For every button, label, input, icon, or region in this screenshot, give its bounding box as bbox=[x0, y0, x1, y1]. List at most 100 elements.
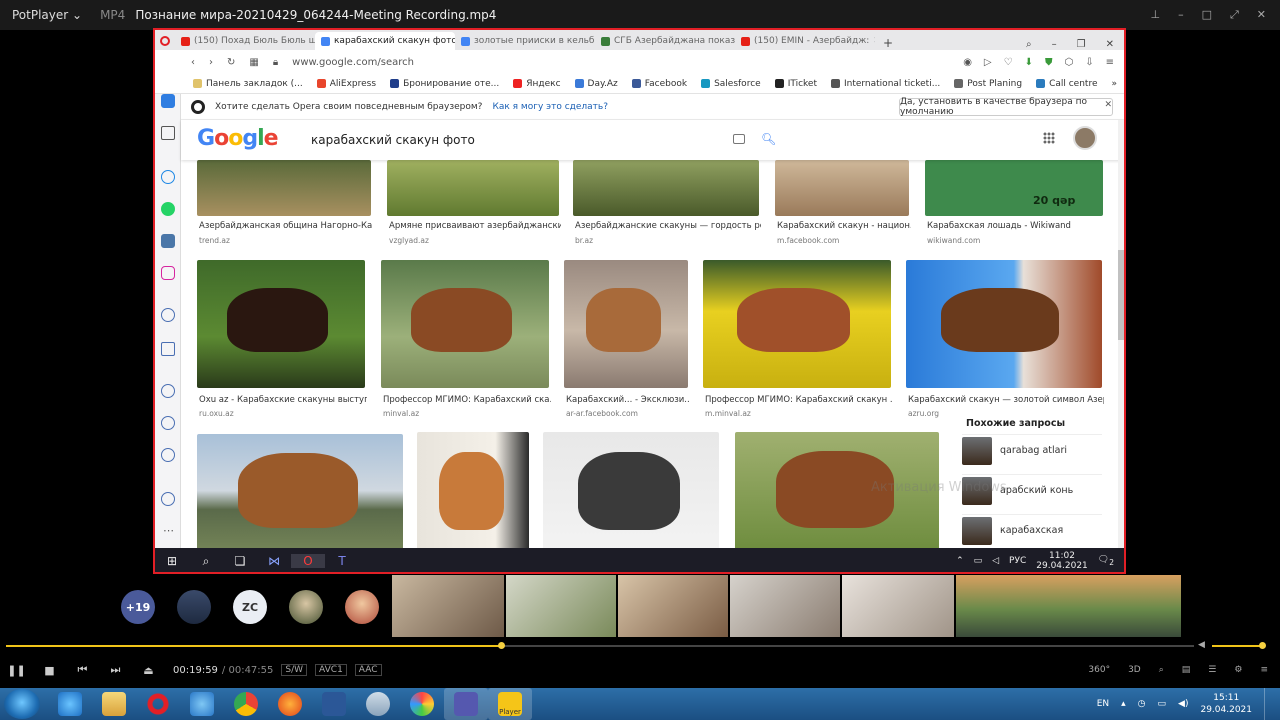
minimize-icon[interactable]: – bbox=[1178, 8, 1184, 22]
language-indicator[interactable]: EN bbox=[1097, 699, 1109, 709]
image-thumbnail[interactable] bbox=[387, 160, 559, 216]
image-thumbnail[interactable] bbox=[564, 260, 688, 388]
clock[interactable]: 15:11 29.04.2021 bbox=[1200, 692, 1252, 716]
zoom-icon[interactable]: ⌕ bbox=[1159, 665, 1164, 675]
shield-icon[interactable]: ⛊ bbox=[1045, 57, 1053, 68]
participant-video[interactable] bbox=[618, 575, 728, 637]
image-thumbnail[interactable] bbox=[925, 160, 1103, 216]
network-icon[interactable]: ▭ bbox=[974, 556, 983, 566]
volume-icon[interactable]: ◀) bbox=[1178, 699, 1188, 709]
image-caption[interactable]: Азербайджанская община Нагорно-Ка... bbox=[199, 221, 373, 231]
close-infobar-icon[interactable]: ✕ bbox=[1104, 100, 1112, 110]
vr-360-button[interactable]: 360° bbox=[1088, 665, 1110, 675]
participant-avatar[interactable] bbox=[177, 590, 211, 624]
camera-search-icon[interactable] bbox=[733, 134, 745, 144]
search-tabs-icon[interactable]: ⌕ bbox=[1026, 39, 1032, 50]
search-input[interactable]: карабахский скакун фото bbox=[311, 133, 475, 147]
new-tab-icon[interactable]: + bbox=[875, 36, 901, 50]
browser-tab[interactable]: СГБ Азербайджана показ✕ bbox=[595, 32, 735, 50]
teams-icon[interactable] bbox=[444, 688, 488, 720]
fullscreen-icon[interactable]: ⤢ bbox=[1230, 8, 1239, 22]
codec-tag[interactable]: S/W bbox=[281, 664, 308, 676]
windows-start-button[interactable] bbox=[4, 689, 40, 719]
image-thumbnail[interactable] bbox=[703, 260, 891, 388]
image-thumbnail[interactable] bbox=[197, 434, 403, 548]
heart-icon[interactable] bbox=[161, 384, 175, 398]
language-indicator[interactable]: РУС bbox=[1009, 556, 1026, 566]
heart-icon[interactable]: ♡ bbox=[1004, 57, 1013, 68]
task-view-icon[interactable]: ❏ bbox=[223, 554, 257, 568]
set-default-button[interactable]: Да, установить в качестве браузера по ум… bbox=[899, 97, 1113, 117]
image-caption[interactable]: Карабахский скакун - национ... bbox=[777, 221, 911, 231]
browser-tab[interactable]: (150) EMIN - Азербайдж:✕ bbox=[735, 32, 875, 50]
more-bookmarks-icon[interactable]: » bbox=[1111, 79, 1124, 89]
participant-video[interactable] bbox=[506, 575, 616, 637]
close-icon[interactable]: ✕ bbox=[1106, 39, 1114, 50]
clock-icon[interactable]: ◷ bbox=[1138, 699, 1146, 709]
bookmark-item[interactable]: ITicket bbox=[774, 79, 817, 89]
notifications-icon[interactable]: 🗨︎2 bbox=[1098, 555, 1114, 567]
whatsapp-icon[interactable] bbox=[161, 202, 175, 216]
google-logo[interactable]: Google bbox=[197, 126, 279, 151]
opera-logo-icon[interactable] bbox=[155, 32, 175, 50]
volume-icon[interactable]: ◀ bbox=[1198, 640, 1205, 650]
more-icon[interactable]: ⋯ bbox=[163, 524, 174, 537]
image-caption[interactable]: Азербайджанские скакуны — гордость ре... bbox=[575, 221, 761, 231]
chrome-icon[interactable] bbox=[224, 688, 268, 720]
browser-tab[interactable]: (150) Похад Бюль Бюль ш✕ bbox=[175, 32, 315, 50]
participant-video[interactable] bbox=[392, 575, 504, 637]
previous-button[interactable]: ⏮︎ bbox=[66, 663, 99, 677]
search-icon[interactable]: 🔍︎ bbox=[761, 132, 776, 146]
explorer-icon[interactable] bbox=[92, 688, 136, 720]
settings-icon[interactable] bbox=[161, 448, 175, 462]
close-icon[interactable]: ✕ bbox=[1257, 8, 1266, 22]
image-thumbnail[interactable] bbox=[573, 160, 759, 216]
player-icon[interactable] bbox=[161, 308, 175, 322]
participant-video[interactable] bbox=[730, 575, 840, 637]
firefox-icon[interactable] bbox=[268, 688, 312, 720]
browser-tab[interactable]: золотые прииски в кельб✕ bbox=[455, 32, 595, 50]
outlook-icon[interactable] bbox=[180, 688, 224, 720]
related-search-item[interactable]: карабахская bbox=[962, 514, 1102, 546]
show-desktop-button[interactable] bbox=[1264, 688, 1274, 720]
image-caption[interactable]: Карабахский... - Эксклюзи... bbox=[566, 395, 690, 405]
seek-bar[interactable]: ◀ bbox=[0, 640, 1280, 652]
seek-knob[interactable] bbox=[498, 642, 506, 649]
ie-icon[interactable] bbox=[48, 688, 92, 720]
playlist-icon[interactable]: ▤ bbox=[1182, 665, 1191, 675]
search-icon[interactable]: ⌕ bbox=[189, 554, 223, 569]
word-icon[interactable] bbox=[312, 688, 356, 720]
teams-icon[interactable]: T bbox=[325, 554, 359, 568]
app-icon[interactable]: ⋈ bbox=[257, 554, 291, 568]
participant-avatar[interactable] bbox=[289, 590, 323, 624]
bookmark-item[interactable]: Post Planing bbox=[954, 79, 1022, 89]
potplayer-menu-button[interactable]: PotPlayer ⌄ bbox=[0, 8, 90, 22]
image-thumbnail[interactable] bbox=[381, 260, 549, 388]
cube-icon[interactable]: ⬡ bbox=[1064, 57, 1073, 68]
image-thumbnail[interactable] bbox=[417, 432, 529, 548]
image-thumbnail[interactable] bbox=[543, 432, 719, 548]
participant-video[interactable] bbox=[842, 575, 954, 637]
forward-icon[interactable]: › bbox=[209, 57, 213, 68]
apps-grid-icon[interactable] bbox=[1043, 132, 1055, 144]
flow-icon[interactable]: ⇩ bbox=[1085, 57, 1093, 68]
image-thumbnail[interactable] bbox=[775, 160, 909, 216]
stop-button[interactable]: ■ bbox=[33, 664, 66, 677]
restore-icon[interactable]: ❐ bbox=[1077, 39, 1086, 50]
codec-tag[interactable]: AVC1 bbox=[315, 664, 347, 676]
image-caption[interactable]: Oxu az - Карабахские скакуны выступ... bbox=[199, 395, 367, 405]
account-avatar[interactable] bbox=[1073, 126, 1097, 150]
back-icon[interactable]: ‹ bbox=[191, 57, 195, 68]
bookmark-item[interactable]: Панель закладок (... bbox=[193, 79, 303, 89]
send-icon[interactable]: ▷ bbox=[984, 57, 992, 68]
image-caption[interactable]: Профессор МГИМО: Карабахский скакун ... bbox=[705, 395, 893, 405]
participant-video[interactable] bbox=[956, 575, 1181, 637]
next-button[interactable]: ⏭︎ bbox=[99, 663, 132, 677]
image-caption[interactable]: Армяне присваивают азербайджански... bbox=[389, 221, 561, 231]
camera-icon[interactable]: ◉ bbox=[963, 57, 972, 68]
eject-button[interactable]: ⏏︎ bbox=[132, 664, 165, 677]
image-caption[interactable]: Карабахская лошадь - Wikiwand bbox=[927, 221, 1105, 231]
menu-icon[interactable]: ≡ bbox=[1106, 57, 1114, 68]
how-to-link[interactable]: Как я могу это сделать? bbox=[492, 102, 608, 112]
windows-start-icon[interactable]: ⊞ bbox=[155, 554, 189, 568]
